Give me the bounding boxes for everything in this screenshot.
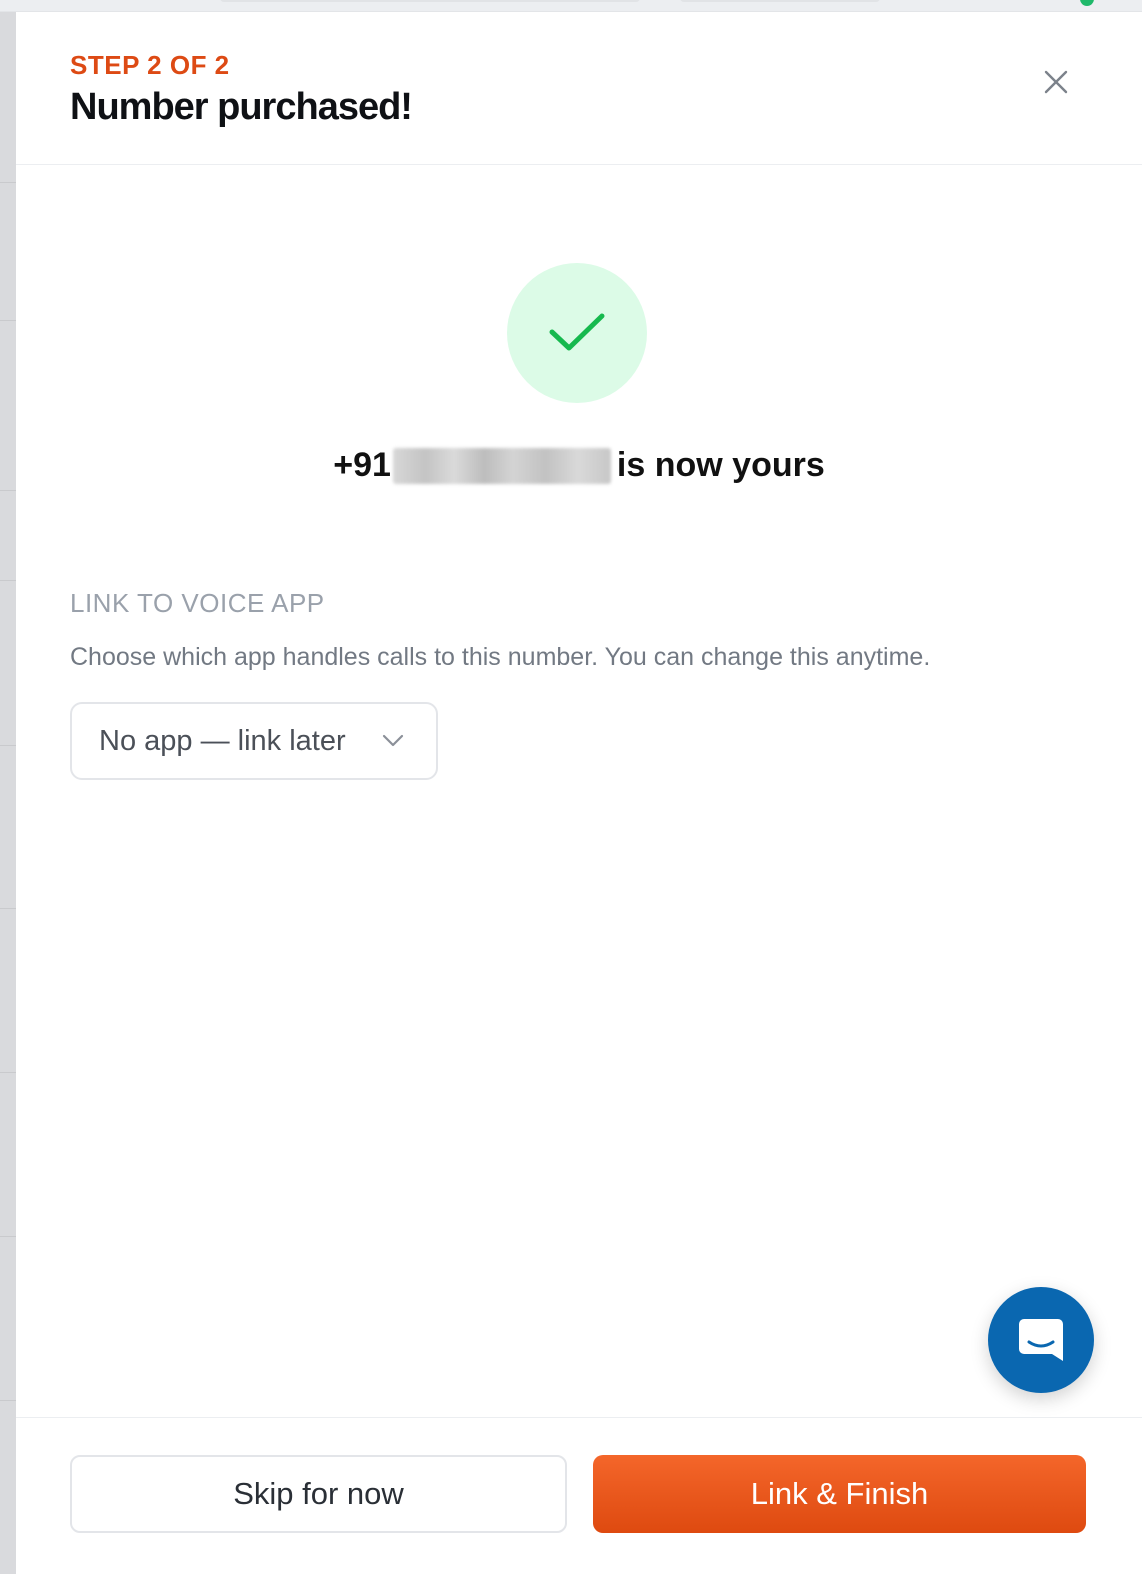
close-button[interactable] bbox=[1036, 62, 1076, 102]
drawer-footer: Skip for now Link & Finish bbox=[16, 1417, 1142, 1574]
drawer-header: STEP 2 OF 2 Number purchased! bbox=[16, 12, 1142, 165]
step-indicator: STEP 2 OF 2 bbox=[70, 50, 230, 80]
link-section-description: Choose which app handles calls to this n… bbox=[70, 643, 931, 671]
phone-number-redacted bbox=[392, 447, 611, 484]
page-title: Number purchased! bbox=[70, 86, 413, 128]
chevron-down-icon bbox=[382, 734, 404, 747]
success-badge bbox=[507, 263, 647, 403]
close-icon bbox=[1044, 70, 1068, 94]
link-section-label: LINK TO VOICE APP bbox=[70, 588, 325, 618]
success-suffix: is now yours bbox=[616, 446, 825, 484]
background-app-strip bbox=[0, 0, 16, 1574]
voice-app-select[interactable]: No app — link later bbox=[70, 702, 438, 780]
checkmark-icon bbox=[549, 313, 605, 351]
link-and-finish-button[interactable]: Link & Finish bbox=[593, 1455, 1086, 1533]
success-message: +91 is now yours bbox=[16, 446, 1142, 485]
skip-button[interactable]: Skip for now bbox=[70, 1455, 567, 1533]
background-app-topbar bbox=[0, 0, 1142, 12]
phone-prefix: +91 bbox=[333, 446, 391, 484]
voice-app-select-value: No app — link later bbox=[99, 724, 346, 757]
purchase-drawer: STEP 2 OF 2 Number purchased! +91 is now… bbox=[16, 12, 1142, 1574]
chat-launcher-button[interactable] bbox=[988, 1287, 1094, 1393]
chat-bubble-icon bbox=[1019, 1319, 1063, 1361]
